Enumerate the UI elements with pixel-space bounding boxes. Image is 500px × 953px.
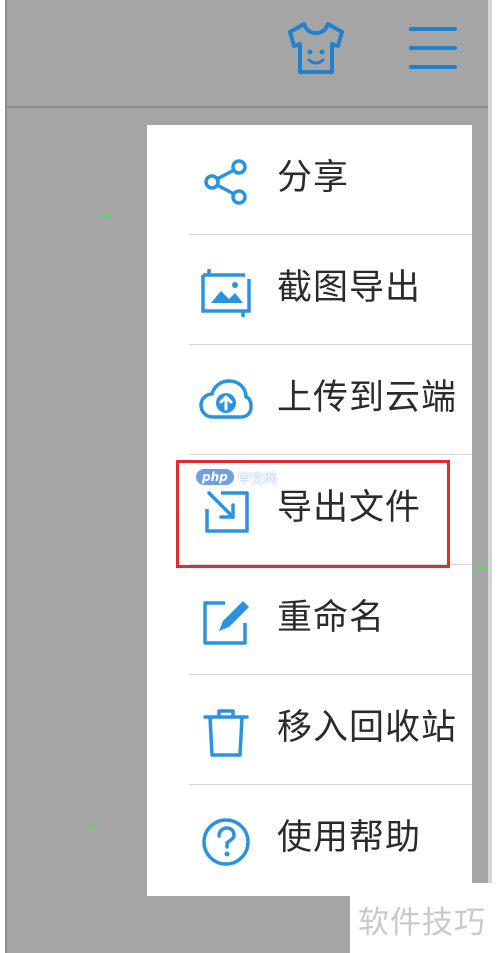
share-icon [204,159,247,205]
php-watermark-logo: php 中文网 [196,467,277,487]
menu-item-label: 使用帮助 [277,818,422,858]
menu-item-label: 上传到云端 [277,378,458,418]
background-mark [100,216,112,218]
menu-item-help[interactable]: 使用帮助 [147,785,472,895]
help-icon [202,818,250,866]
cloud-upload-icon [199,379,253,419]
menu-item-label: 分享 [277,158,350,198]
hamburger-menu-icon[interactable] [405,23,463,73]
menu-item-label: 移入回收站 [277,708,458,748]
menu-item-move-to-trash[interactable]: 移入回收站 [147,675,472,785]
trash-icon [203,709,249,757]
menu-item-upload-cloud[interactable]: 上传到云端 [147,345,472,455]
rename-icon [203,601,249,645]
export-file-icon [205,491,249,533]
php-site-text: 中文网 [237,471,277,487]
php-badge: php [196,469,234,485]
background-mark [86,825,98,827]
watermark: 软件技巧 [350,883,500,953]
menu-item-share[interactable]: 分享 [147,125,472,235]
background-mark [476,567,488,569]
menu-item-screenshot-export[interactable]: 截图导出 [147,235,472,345]
screenshot-export-icon [201,269,251,317]
watermark-text: 软件技巧 [358,905,486,941]
top-toolbar [7,0,488,108]
menu-item-label: 截图导出 [277,268,422,308]
menu-item-rename[interactable]: 重命名 [147,565,472,675]
context-menu: 分享 截图导出 上传到云端 导出文件 重命名 移入回收站 使用帮助 [147,125,472,896]
menu-item-label: 重命名 [277,598,386,638]
tshirt-icon[interactable] [284,20,348,76]
menu-item-label: 导出文件 [277,488,422,528]
